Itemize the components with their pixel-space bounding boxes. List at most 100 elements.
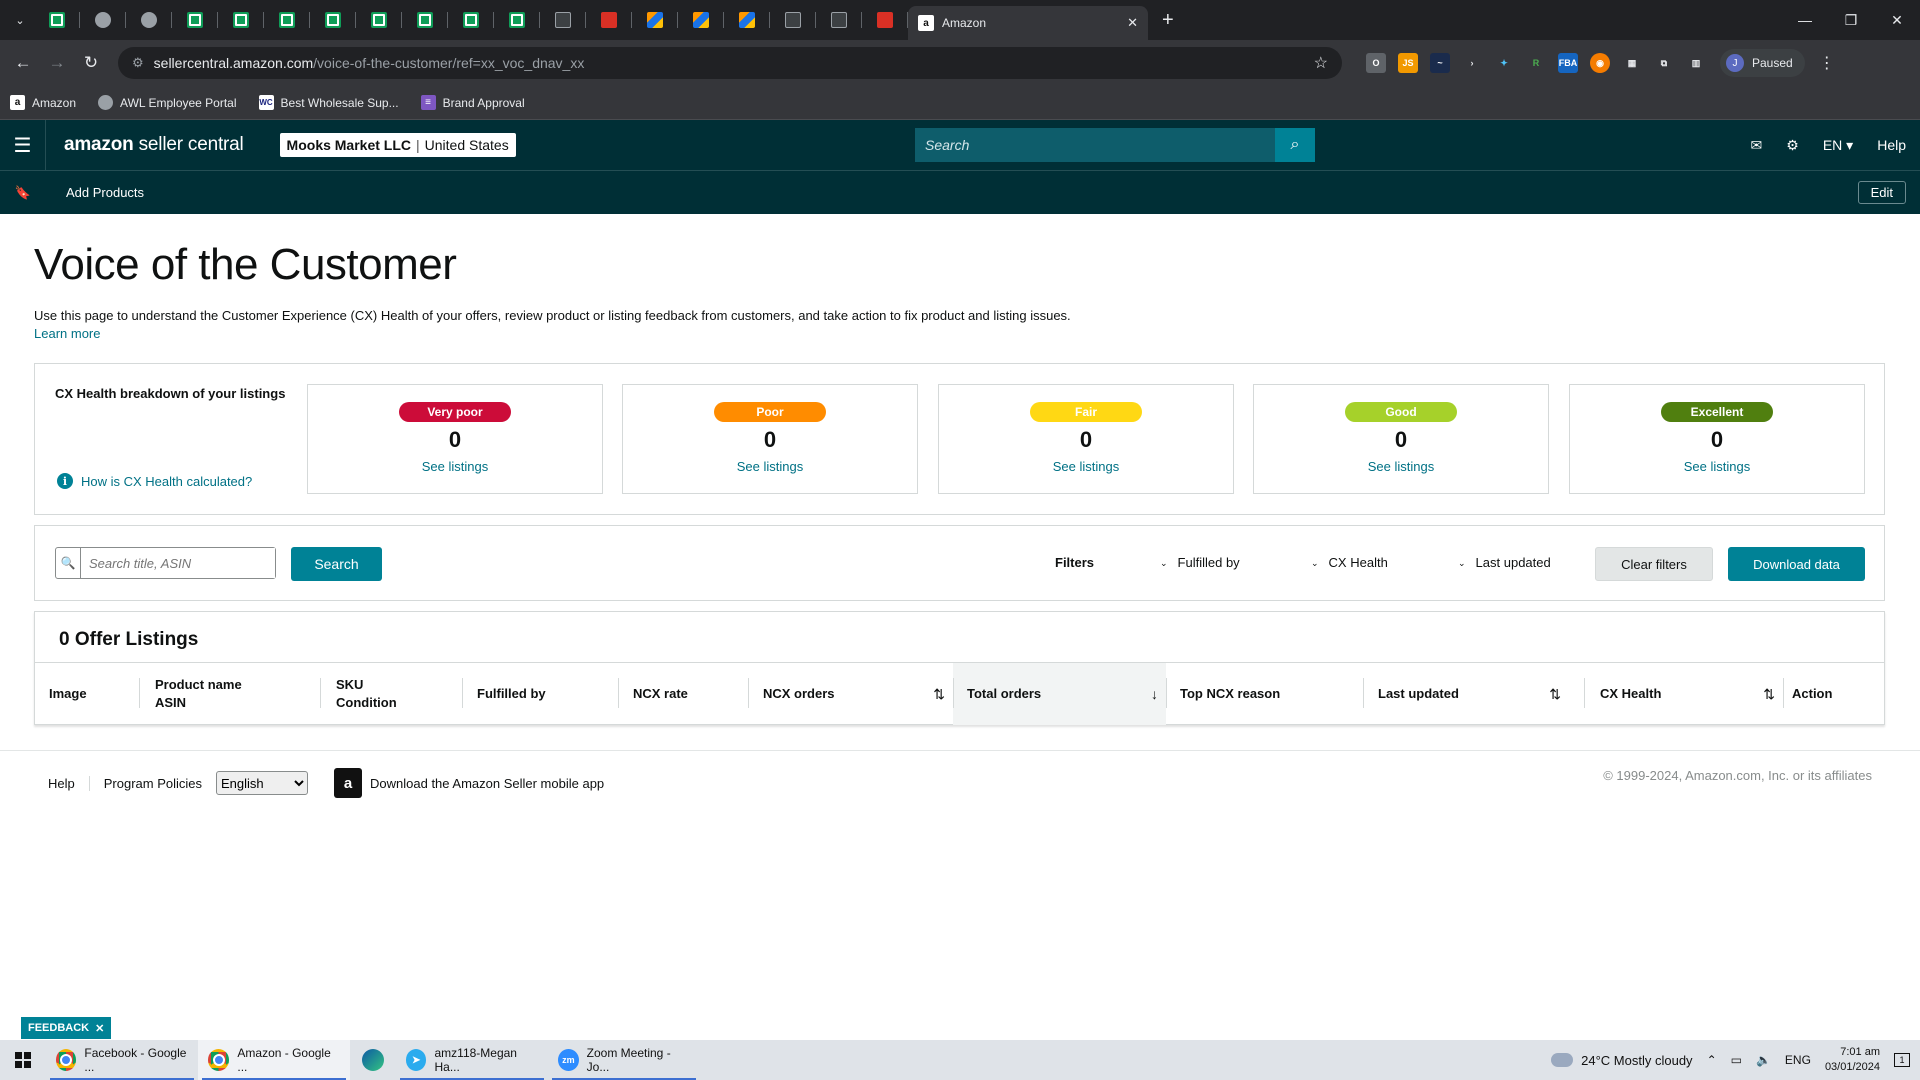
pinned-tab[interactable] [356,0,402,40]
pinned-tab[interactable] [724,0,770,40]
address-bar[interactable]: ⚙ sellercentral.amazon.com/voice-of-the-… [118,47,1342,79]
volume-icon[interactable]: 🔈 [1756,1053,1771,1067]
pinned-tab[interactable] [540,0,586,40]
footer-language-select[interactable]: English [216,771,309,795]
cx-health-dropdown[interactable]: ⌄ CX Health [1311,555,1388,570]
pinned-tab[interactable] [218,0,264,40]
sort-icon[interactable]: ⇅ [1763,685,1775,703]
close-window-icon[interactable]: ✕ [1874,0,1920,40]
feedback-tab[interactable]: FEEDBACK ✕ [21,1017,112,1039]
site-info-icon[interactable]: ⚙ [132,55,144,71]
pinned-tab[interactable] [632,0,678,40]
side-panel-icon[interactable]: ▥ [1686,53,1706,73]
bookmark-icon[interactable]: 🔖 [0,185,46,201]
see-listings-link[interactable]: See listings [1053,459,1119,474]
pinned-tab[interactable] [494,0,540,40]
reload-icon[interactable]: ↻ [76,48,106,78]
pinned-tab[interactable] [310,0,356,40]
taskbar-app-amazon[interactable]: Amazon - Google ... [198,1040,350,1080]
download-data-button[interactable]: Download data [1728,547,1865,581]
extension-icon[interactable]: ✦ [1494,53,1514,73]
add-products-link[interactable]: Add Products [66,185,144,200]
extension-icon[interactable]: ◉ [1590,53,1610,73]
sort-icon[interactable]: ⇅ [933,685,945,703]
pinned-tab[interactable] [172,0,218,40]
edit-button[interactable]: Edit [1857,181,1906,204]
header-search-button[interactable]: ⌕ [1275,128,1315,162]
help-link[interactable]: Help [1877,137,1906,153]
extension-icon[interactable]: O [1366,53,1386,73]
language-dropdown[interactable]: EN ▾ [1823,137,1853,154]
clear-filters-button[interactable]: Clear filters [1595,547,1713,581]
pinned-tab[interactable] [448,0,494,40]
pinned-tab[interactable] [816,0,862,40]
extension-icon[interactable]: ▦ [1622,53,1642,73]
close-icon[interactable]: ✕ [95,1022,104,1035]
pinned-tab[interactable] [770,0,816,40]
minimize-icon[interactable]: — [1782,0,1828,40]
extension-icon[interactable]: FBA [1558,53,1578,73]
hamburger-menu-icon[interactable]: ☰ [0,120,46,170]
listing-search-button[interactable]: Search [291,547,382,581]
taskbar-app-facebook[interactable]: Facebook - Google ... [46,1040,198,1080]
tab-search-button[interactable]: ⌄ [6,6,34,34]
bookmark-awl[interactable]: AWL Employee Portal [98,95,237,110]
weather-widget[interactable]: 24°C Mostly cloudy [1551,1053,1693,1068]
extension-icon[interactable]: R [1526,53,1546,73]
network-icon[interactable]: ▭ [1731,1053,1742,1067]
see-listings-link[interactable]: See listings [1684,459,1750,474]
seller-central-logo[interactable]: amazon seller central [64,134,244,156]
listing-search-input[interactable] [81,548,275,578]
see-listings-link[interactable]: See listings [1368,459,1434,474]
pinned-tab[interactable] [862,0,908,40]
chevron-down-icon: ⌄ [1458,558,1466,568]
bookmark-amazon[interactable]: a Amazon [10,95,76,110]
cx-health-help[interactable]: i How is CX Health calculated? [57,473,252,489]
mail-icon[interactable]: ✉ [1751,137,1763,154]
pinned-tab[interactable] [264,0,310,40]
input-language[interactable]: ENG [1785,1053,1811,1067]
new-tab-button[interactable]: + [1162,9,1174,32]
forward-icon[interactable]: → [42,48,72,78]
program-policies-link[interactable]: Program Policies [104,776,202,791]
account-switcher[interactable]: Mooks Market LLC | United States [279,133,516,157]
bookmark-star-icon[interactable]: ☆ [1314,53,1328,73]
header-search-input[interactable] [915,128,1275,162]
extension-icon[interactable]: › [1462,53,1482,73]
back-icon[interactable]: ← [8,48,38,78]
see-listings-link[interactable]: See listings [422,459,488,474]
fulfilled-by-dropdown[interactable]: ⌄ Fulfilled by [1160,555,1240,570]
cx-help-link[interactable]: How is CX Health calculated? [81,474,252,489]
pinned-tab[interactable] [34,0,80,40]
bookmark-brand-approval[interactable]: ≡ Brand Approval [420,95,525,110]
pinned-tab[interactable] [80,0,126,40]
puzzle-icon[interactable]: ⧉ [1654,53,1674,73]
pinned-tab[interactable] [126,0,172,40]
taskbar-app-edge[interactable] [350,1040,396,1080]
chevron-up-icon[interactable]: ⌃ [1707,1053,1717,1067]
pinned-tab[interactable] [402,0,448,40]
extension-icon[interactable]: ~ [1430,53,1450,73]
footer-help-link[interactable]: Help [48,775,90,791]
clock[interactable]: 7:01 am 03/01/2024 [1825,1045,1880,1075]
bookmark-wholesale[interactable]: WC Best Wholesale Sup... [258,95,399,110]
extension-icon[interactable]: JS [1398,53,1418,73]
browser-menu-icon[interactable]: ⋮ [1819,53,1835,73]
gear-icon[interactable]: ⚙ [1786,137,1799,154]
learn-more-link[interactable]: Learn more [34,326,100,341]
sort-descending-icon[interactable]: ↓ [1151,685,1158,703]
taskbar-app-telegram[interactable]: ➤ amz118-Megan Ha... [396,1040,548,1080]
download-app-link[interactable]: a Download the Amazon Seller mobile app [334,768,604,798]
taskbar-app-zoom[interactable]: zm Zoom Meeting - Jo... [548,1040,700,1080]
profile-chip[interactable]: J Paused [1720,49,1805,77]
see-listings-link[interactable]: See listings [737,459,803,474]
last-updated-dropdown[interactable]: ⌄ Last updated [1458,555,1551,570]
start-button[interactable] [0,1040,46,1080]
sort-icon[interactable]: ⇅ [1549,685,1561,703]
restore-icon[interactable]: ❐ [1828,0,1874,40]
notifications-icon[interactable]: 1 [1894,1053,1910,1067]
pinned-tab[interactable] [678,0,724,40]
pinned-tab[interactable] [586,0,632,40]
active-tab[interactable]: a Amazon ✕ [908,6,1148,40]
close-tab-icon[interactable]: ✕ [1127,15,1138,31]
